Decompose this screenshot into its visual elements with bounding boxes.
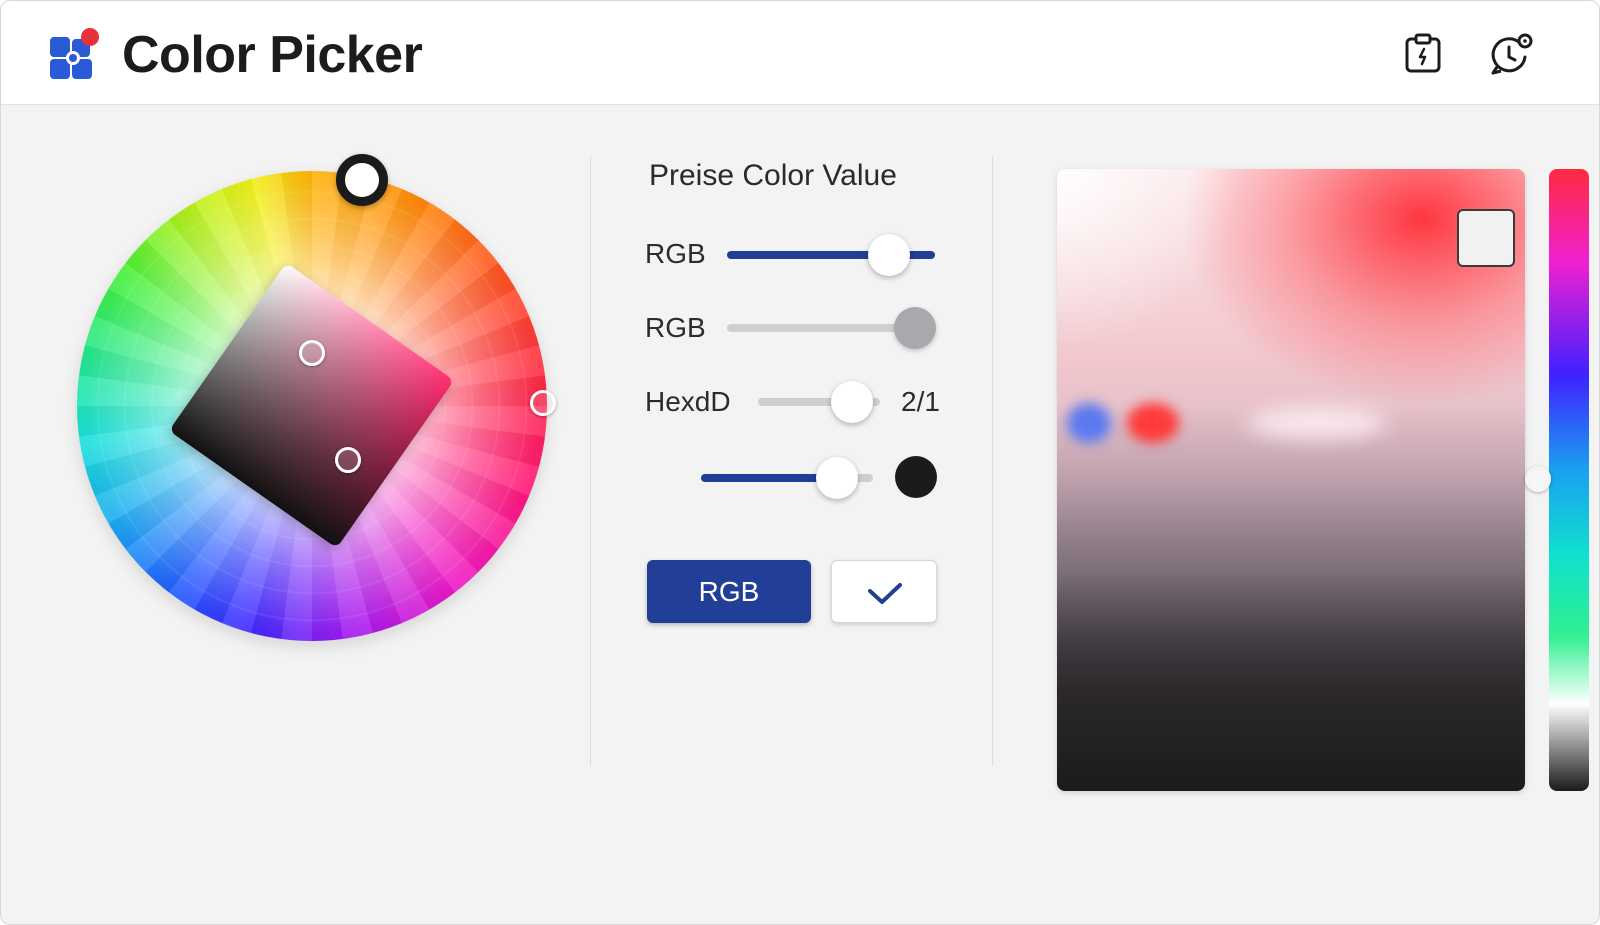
checkmark-icon [868,583,902,604]
divider [992,156,993,766]
slider-label-hex: HexdD [645,386,731,417]
hex-slider-thumb[interactable] [830,381,873,423]
confirm-button[interactable] [831,560,937,623]
rgb-slider-1[interactable] [727,234,935,276]
hex-slider[interactable] [758,381,880,423]
color-preview-swatch[interactable] [1457,209,1515,267]
slider-label-rgb-1: RGB [645,238,706,269]
color-wheel[interactable] [77,171,556,641]
tone-slider-thumb[interactable] [815,457,858,499]
clipboard-button[interactable] [1401,31,1445,75]
rgb-slider-1-thumb[interactable] [868,234,911,276]
color-sample-red [1127,403,1179,443]
history-button[interactable] [1487,31,1533,75]
panel-title: Preise Color Value [649,159,897,192]
color-field[interactable] [1057,169,1525,791]
hue-handle[interactable] [336,154,388,206]
color-picker-window: Color Picker Preise Color Value RGB RGB … [0,0,1600,925]
color-sample-blue [1067,403,1111,443]
rgb-slider-2[interactable] [727,307,937,349]
slider-label-rgb-2: RGB [645,312,706,343]
app-header: Color Picker [1,1,1599,105]
app-title: Color Picker [122,26,423,84]
current-color-swatch[interactable] [895,456,937,498]
hex-value: 2/1 [901,386,940,417]
history-icon [1491,33,1533,75]
rgb-slider-2-thumb[interactable] [894,307,937,349]
hue-ring-handle[interactable] [530,390,556,416]
clipboard-icon [1405,33,1441,73]
hue-strip-handle[interactable] [1525,466,1551,492]
divider [590,156,591,766]
brightness-handle[interactable] [335,447,361,473]
color-sample-highlight [1247,407,1387,439]
saturation-handle[interactable] [299,340,325,366]
rgb-mode-button[interactable]: RGB [647,560,811,623]
tone-slider[interactable] [701,457,873,499]
hue-strip[interactable] [1549,169,1589,791]
app-logo-icon [50,28,99,79]
